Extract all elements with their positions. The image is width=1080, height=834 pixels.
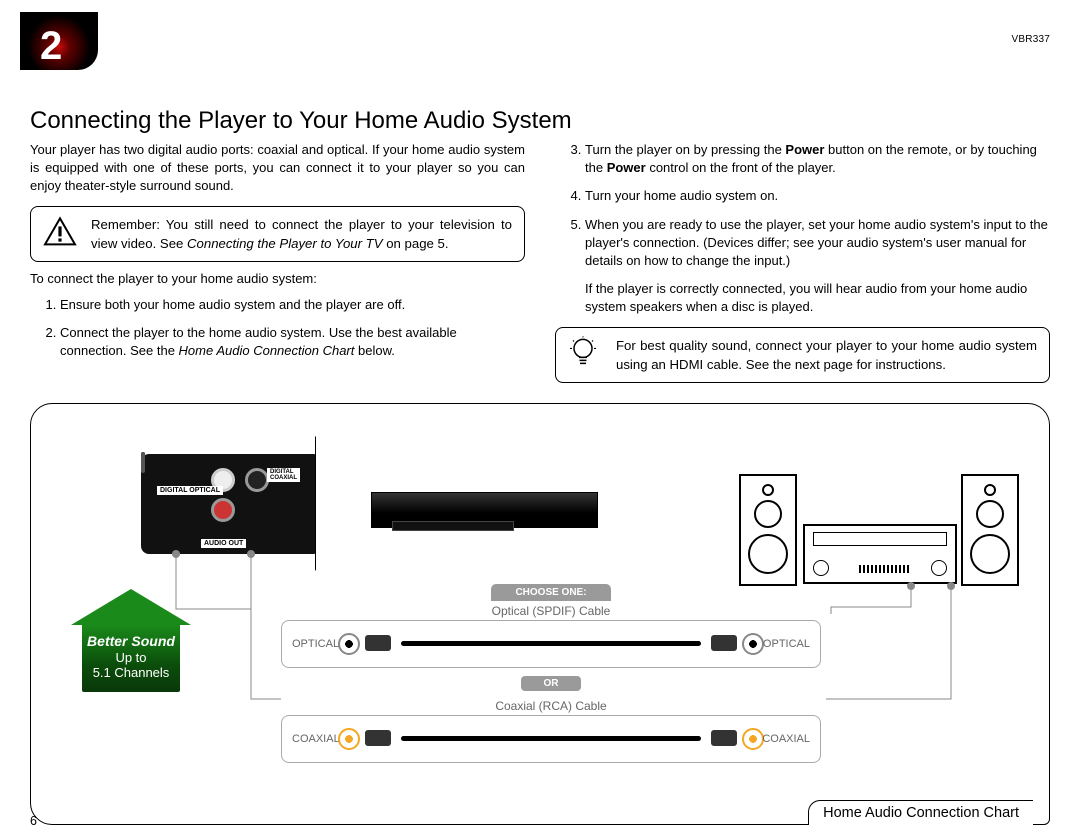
player-illustration [371,492,598,528]
step-5-tail: If the player is correctly connected, yo… [585,280,1050,316]
optical-left-label: OPTICAL [292,638,339,650]
step-4: Turn your home audio system on. [585,187,1050,205]
optical-port-icon [742,633,764,655]
page-number: 6 [30,814,37,828]
choose-one-header: CHOOSE ONE: [491,584,611,601]
model-code: VBR337 [1012,34,1050,45]
warning-text-post: on page 5. [383,236,449,251]
connection-chart: Better Sound Up to 5.1 Channels DIGITAL … [30,403,1050,825]
coax-port-icon [338,728,360,750]
chapter-number: 2 [40,24,62,69]
audio-system-illustration [739,474,1019,584]
optical-port-icon [338,633,360,655]
warning-icon [43,216,77,251]
arrow-line2: Up to [82,650,180,665]
panel-optical-label: DIGITAL OPTICAL [157,486,223,495]
step-3-pre: Turn the player on by pressing the [585,142,785,157]
tip-callout: For best quality sound, connect your pla… [555,327,1050,383]
optical-right-label: OPTICAL [763,638,810,650]
step-3-bold1: Power [785,142,824,157]
tip-text: For best quality sound, connect your pla… [616,338,1037,372]
step-3-post: control on the front of the player. [646,160,836,175]
coax-left-label: COAXIAL [292,733,340,745]
step-5: When you are ready to use the player, se… [585,216,1050,317]
coax-right-label: COAXIAL [762,733,810,745]
procedure-lead: To connect the player to your home audio… [30,270,525,288]
player-rear-panel: DIGITAL OPTICAL DIGITAL COAXIAL AUDIO OU… [141,454,321,554]
optical-port [141,452,145,473]
coax-cable-illustration [401,736,701,741]
step-1: Ensure both your home audio system and t… [60,296,525,314]
page-title: Connecting the Player to Your Home Audio… [30,107,1050,135]
panel-audio-out-label: AUDIO OUT [201,539,246,548]
warning-callout: Remember: You still need to connect the … [30,206,525,262]
panel-coax-label: DIGITAL COAXIAL [267,468,300,482]
intro-paragraph: Your player has two digital audio ports:… [30,141,525,196]
arrow-line1: Better Sound [82,633,180,649]
optical-cable-label: Optical (SPDIF) Cable [281,604,821,618]
step-3: Turn the player on by pressing the Power… [585,141,1050,177]
quality-arrow: Better Sound Up to 5.1 Channels [71,589,191,692]
arrow-line3: 5.1 Channels [82,665,180,680]
coax-option-box: COAXIAL COAXIAL [281,715,821,763]
step-2: Connect the player to the home audio sys… [60,324,525,360]
step-2-ref: Home Audio Connection Chart [179,343,355,358]
optical-cable-illustration [401,641,701,646]
step-5-text: When you are ready to use the player, se… [585,217,1048,268]
coax-cable-label: Coaxial (RCA) Cable [281,699,821,713]
warning-text-ref: Connecting the Player to Your TV [187,236,383,251]
step-3-bold2: Power [607,160,646,175]
or-divider: OR [521,676,581,691]
zoom-beam [316,436,376,571]
lightbulb-icon [568,335,598,374]
optical-option-box: OPTICAL OPTICAL [281,620,821,668]
coax-port-icon [742,728,764,750]
step-2-post: below. [354,343,394,358]
chart-caption: Home Audio Connection Chart [808,800,1033,825]
